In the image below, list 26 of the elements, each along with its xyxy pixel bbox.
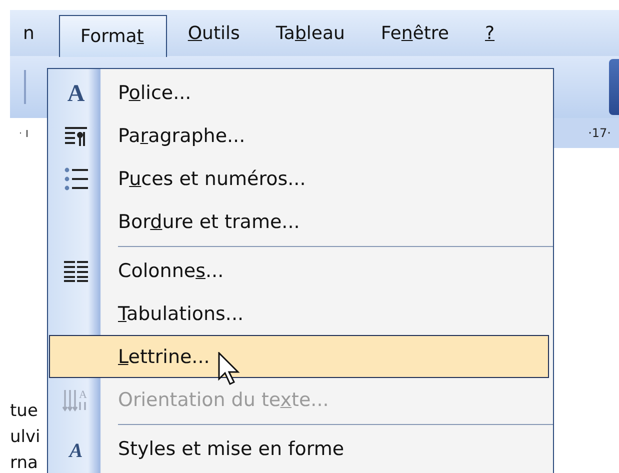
menu-item[interactable]: Lettrine... — [49, 335, 549, 378]
document-text: ulvi — [10, 426, 40, 449]
ruler-tick — [18, 128, 30, 138]
menu-item[interactable]: A Styles et mise en forme — [49, 427, 549, 470]
document-text: tue — [10, 400, 39, 423]
columns-icon — [63, 260, 89, 282]
ruler-label: ·17· — [588, 126, 611, 140]
menu-bar-item[interactable]: Fenêtre — [366, 16, 464, 50]
menu-item[interactable]: Bordure et trame... — [49, 200, 549, 243]
menu-item[interactable]: Colonnes... — [49, 249, 549, 292]
menu-bar-item[interactable]: n — [18, 16, 46, 50]
menu-bar-item[interactable]: Format — [59, 15, 167, 57]
paragraph-icon — [63, 124, 89, 146]
toolbar-separator — [24, 70, 26, 104]
mouse-pointer-icon — [218, 352, 240, 386]
menu-bar-item[interactable]: Outils — [172, 16, 255, 50]
menu-bar-item[interactable]: Tableau — [260, 16, 360, 50]
toolbar-options-handle[interactable] — [609, 59, 619, 115]
font-icon: A — [64, 80, 88, 104]
menu-item[interactable]: Tabulations... — [49, 292, 549, 335]
menu-item[interactable]: Paragraphe... — [49, 114, 549, 157]
styles-icon: A — [63, 440, 89, 458]
menu-item[interactable]: Puces et numéros... — [49, 157, 549, 200]
bullet-list-icon — [63, 166, 89, 192]
document-text: rna — [10, 452, 39, 473]
menu-bar-item[interactable]: ? — [470, 16, 510, 50]
